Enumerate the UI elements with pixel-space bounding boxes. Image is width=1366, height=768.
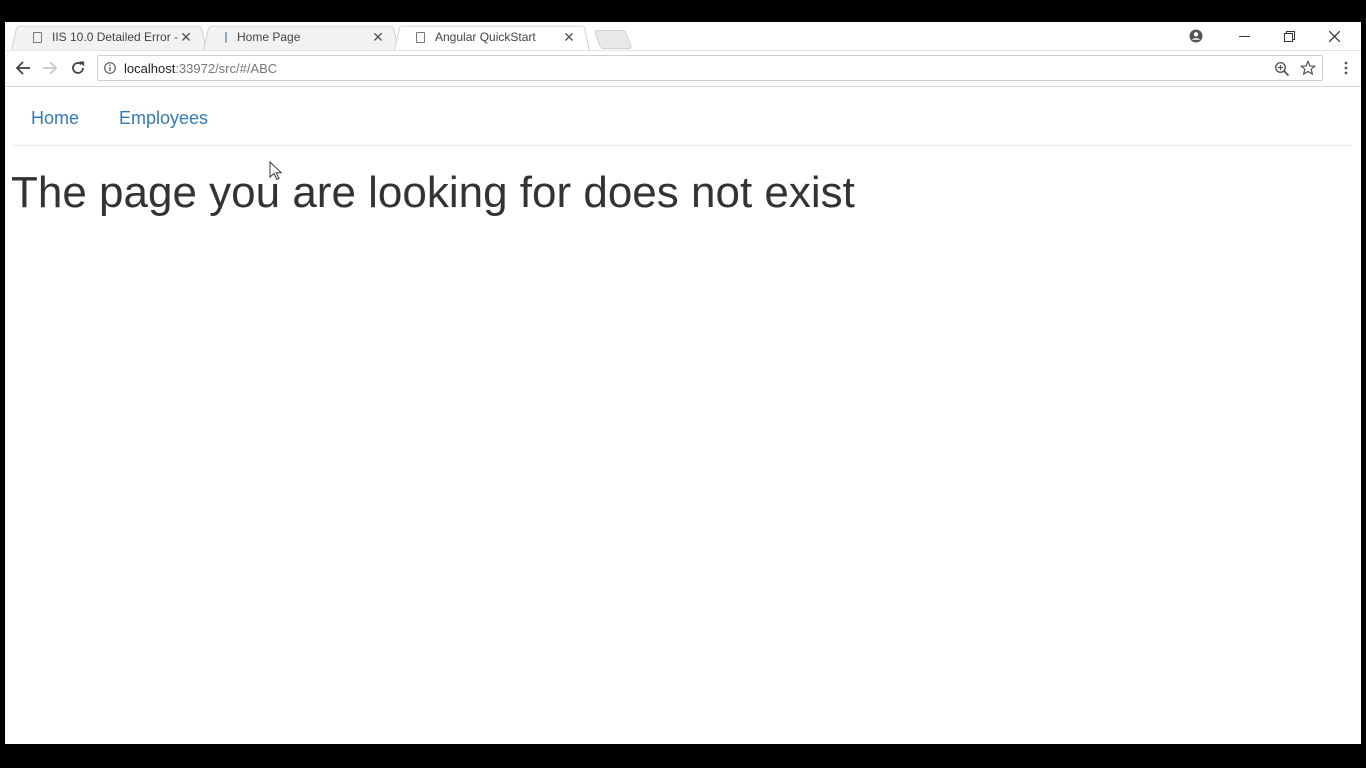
close-tab-icon[interactable]: ✕: [179, 29, 193, 45]
zoom-icon[interactable]: [1274, 61, 1290, 77]
reload-icon[interactable]: [67, 57, 89, 79]
restore-icon[interactable]: [1267, 22, 1311, 50]
url-text: localhost:33972/src/#/ABC: [124, 61, 277, 76]
menu-kebab-icon[interactable]: [1339, 58, 1353, 78]
page-icon: [416, 31, 425, 43]
page-content: Home Employees The page you are looking …: [5, 87, 1361, 744]
tab-angular-quickstart[interactable]: Angular QuickStart ✕: [394, 24, 590, 50]
address-bar[interactable]: localhost:33972/src/#/ABC: [97, 55, 1323, 81]
site-navbar: Home Employees: [13, 87, 1351, 146]
page-not-found-heading: The page you are looking for does not ex…: [11, 168, 855, 217]
profile-icon[interactable]: [1174, 22, 1218, 50]
nav-link-employees[interactable]: Employees: [119, 108, 208, 129]
browser-toolbar: localhost:33972/src/#/ABC: [5, 51, 1361, 87]
back-arrow-icon[interactable]: [12, 57, 34, 79]
browser-window: IIS 10.0 Detailed Error - 4 ✕ Home Page …: [5, 22, 1361, 744]
forward-arrow-icon[interactable]: [39, 57, 61, 79]
tab-title: Angular QuickStart: [435, 30, 536, 44]
close-tab-icon[interactable]: ✕: [562, 29, 576, 45]
url-host: localhost: [124, 61, 176, 76]
tab-title: IIS 10.0 Detailed Error - 4: [52, 30, 179, 44]
nav-link-home[interactable]: Home: [31, 108, 79, 129]
tab-home-page[interactable]: Home Page ✕: [203, 24, 399, 50]
minimize-icon[interactable]: [1222, 22, 1266, 50]
close-window-icon[interactable]: [1312, 22, 1356, 50]
loading-bar-icon: [225, 31, 227, 43]
mouse-cursor-icon: [269, 161, 283, 181]
info-icon[interactable]: [104, 62, 116, 74]
tab-strip: IIS 10.0 Detailed Error - 4 ✕ Home Page …: [5, 22, 1361, 51]
close-tab-icon[interactable]: ✕: [371, 29, 385, 45]
bookmark-star-icon[interactable]: [1300, 60, 1316, 76]
tab-iis-error[interactable]: IIS 10.0 Detailed Error - 4 ✕: [11, 24, 207, 50]
page-icon: [33, 31, 42, 43]
new-tab-button[interactable]: [593, 30, 633, 49]
tab-title: Home Page: [237, 30, 301, 44]
url-path: :33972/src/#/ABC: [175, 61, 278, 76]
